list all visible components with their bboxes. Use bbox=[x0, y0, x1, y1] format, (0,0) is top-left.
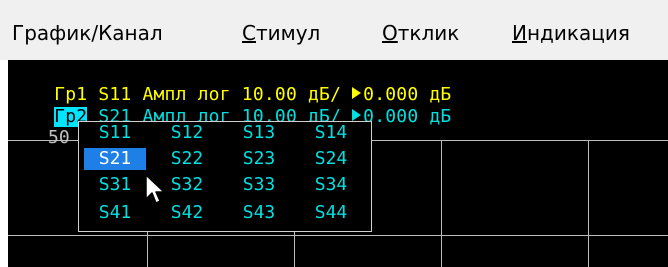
menu-item-s13[interactable]: S13 bbox=[228, 122, 290, 144]
menu-graph-channel[interactable]: График/Канал bbox=[12, 21, 163, 45]
menu-stimulus[interactable]: Стимул bbox=[242, 21, 320, 45]
menu-item-s22[interactable]: S22 bbox=[156, 148, 218, 170]
menu-graph-channel-label: График/Канал bbox=[12, 21, 163, 45]
trace-2-status[interactable]: Гр2 S21 Ампл лог 10.00 дБ/ 0.000 дБ bbox=[10, 87, 451, 127]
menu-display-mnemonic: И bbox=[512, 21, 527, 45]
menu-item-s31[interactable]: S31 bbox=[84, 174, 146, 196]
menu-response-label: тклик bbox=[397, 21, 460, 45]
reference-marker-icon bbox=[352, 109, 362, 121]
menu-item-s23[interactable]: S23 bbox=[228, 148, 290, 170]
grid-line-vertical bbox=[441, 140, 442, 267]
menu-response[interactable]: Отклик bbox=[382, 21, 459, 45]
trace-2-ref: 0.000 дБ bbox=[363, 106, 452, 127]
menu-item-s11[interactable]: S11 bbox=[84, 122, 146, 144]
menu-item-s21[interactable]: S21 bbox=[84, 148, 146, 170]
menu-item-s41[interactable]: S41 bbox=[84, 202, 146, 224]
menu-item-s14[interactable]: S14 bbox=[300, 122, 362, 144]
menu-item-s43[interactable]: S43 bbox=[228, 202, 290, 224]
scale-value: 50 bbox=[48, 127, 70, 148]
grid-line-horizontal bbox=[8, 235, 668, 236]
mouse-pointer-icon bbox=[145, 174, 165, 204]
menu-item-s24[interactable]: S24 bbox=[300, 148, 362, 170]
menu-item-s12[interactable]: S12 bbox=[156, 122, 218, 144]
trace-1-status[interactable]: Гр1 S11 Ампл лог 10.00 дБ/ 0.000 дБ bbox=[10, 65, 451, 105]
menu-stimulus-mnemonic: С bbox=[242, 21, 256, 45]
menu-stimulus-label: тимул bbox=[255, 21, 321, 45]
menu-response-mnemonic: О bbox=[382, 21, 398, 45]
menu-item-s33[interactable]: S33 bbox=[228, 174, 290, 196]
menu-display-label: ндикация bbox=[526, 21, 630, 45]
s-parameter-menu: S11 S12 S13 S14 S21 S22 S23 S24 S31 S32 … bbox=[78, 121, 372, 232]
menu-bar: График/Канал Стимул Отклик Индикация bbox=[0, 0, 668, 60]
menu-item-s44[interactable]: S44 bbox=[300, 202, 362, 224]
menu-display[interactable]: Индикация bbox=[512, 21, 630, 45]
grid-line-vertical bbox=[588, 140, 589, 267]
menu-item-s34[interactable]: S34 bbox=[300, 174, 362, 196]
